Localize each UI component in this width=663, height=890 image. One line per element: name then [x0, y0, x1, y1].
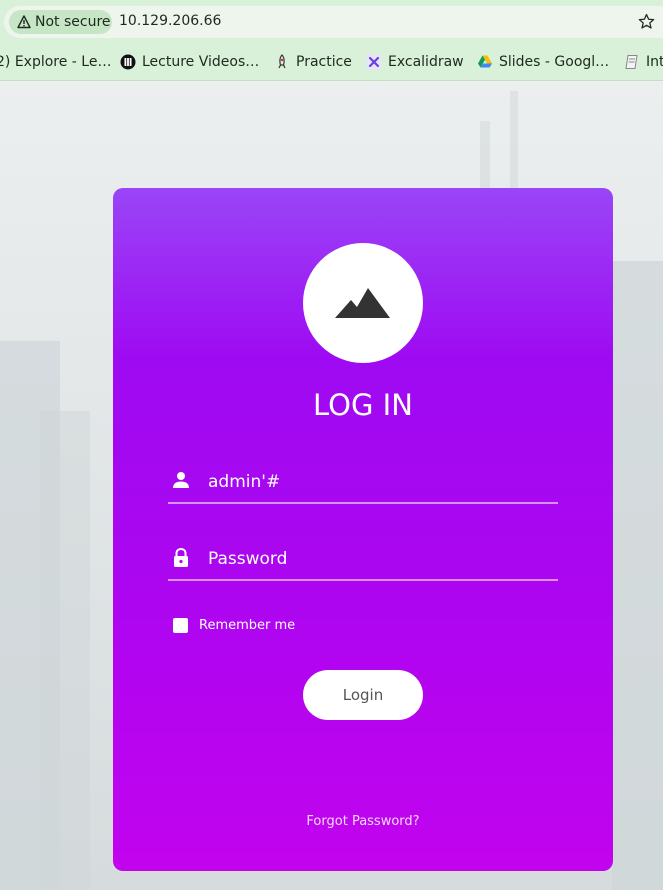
- bookmark-star-icon[interactable]: [638, 13, 655, 30]
- security-indicator[interactable]: Not secure: [9, 10, 112, 34]
- mountain-icon: [335, 288, 390, 318]
- security-label: Not secure: [35, 14, 111, 30]
- bookmark-slides[interactable]: Slides - Googl…: [477, 44, 609, 80]
- user-icon: [173, 472, 189, 488]
- username-field[interactable]: [168, 464, 558, 504]
- lecture-videos-icon: [120, 54, 136, 70]
- login-card: LOG IN Remember me Login Forgot Password…: [113, 188, 613, 871]
- logo: [303, 243, 423, 363]
- background-building: [510, 91, 518, 201]
- lock-icon: [174, 548, 188, 567]
- bookmark-label: Slides - Googl…: [499, 54, 610, 70]
- warning-icon: [17, 15, 31, 29]
- background-building: [612, 261, 663, 890]
- password-field[interactable]: [168, 541, 558, 581]
- page-title: LOG IN: [313, 388, 413, 422]
- username-input[interactable]: [206, 466, 550, 498]
- browser-toolbar: Not secure 10.129.206.66: [0, 0, 663, 44]
- bookmark-label: Excalidraw: [388, 54, 464, 70]
- bookmark-label: 2) Explore - Le…: [0, 54, 112, 70]
- forgot-password-link[interactable]: Forgot Password?: [113, 814, 613, 829]
- bookmark-label: Lecture Videos…: [142, 54, 260, 70]
- password-input[interactable]: [206, 543, 550, 575]
- bookmarks-bar: 2) Explore - Le… Lecture Videos… Practic…: [0, 44, 663, 81]
- excalidraw-icon: [366, 54, 382, 70]
- remember-me-label[interactable]: Remember me: [199, 618, 295, 633]
- bookmark-practice[interactable]: Practice: [274, 44, 352, 80]
- background-building: [40, 411, 90, 890]
- google-drive-icon: [478, 55, 492, 68]
- remember-me[interactable]: Remember me: [173, 618, 295, 633]
- login-button[interactable]: Login: [303, 670, 423, 720]
- bookmark-lecture-videos[interactable]: Lecture Videos…: [120, 44, 259, 80]
- bookmark-int[interactable]: Int: [624, 44, 663, 80]
- url-text[interactable]: 10.129.206.66: [119, 13, 221, 29]
- notebook-icon: [625, 55, 638, 69]
- remember-me-checkbox[interactable]: [173, 618, 188, 633]
- address-bar[interactable]: Not secure 10.129.206.66: [4, 6, 663, 38]
- bookmark-explore[interactable]: 2) Explore - Le…: [0, 44, 111, 80]
- bookmark-excalidraw[interactable]: Excalidraw: [366, 44, 464, 80]
- bookmark-label: Practice: [296, 54, 352, 70]
- bookmark-label: Int: [646, 54, 663, 70]
- rocket-icon: [278, 54, 286, 69]
